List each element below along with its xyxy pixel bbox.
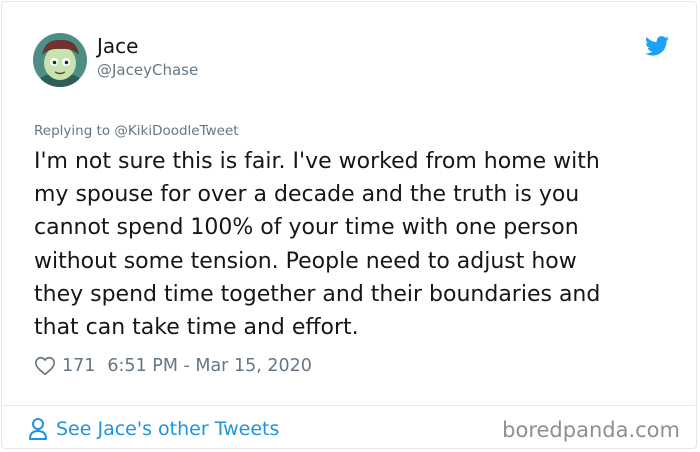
avatar[interactable] bbox=[33, 33, 87, 87]
tweet-card: Jace @JaceyChase Replying to @KikiDoodle… bbox=[1, 1, 697, 449]
tweet-text-line: my spouse for over a decade and the trut… bbox=[34, 182, 580, 208]
see-other-tweets-link[interactable]: See Jace's other Tweets bbox=[28, 415, 279, 443]
like-count[interactable]: 171 bbox=[62, 356, 95, 376]
tweet-text-line: that can take time and effort. bbox=[34, 315, 359, 341]
tweet-text-line: cannot spend 100% of your time with one … bbox=[34, 215, 579, 241]
tweet-timestamp[interactable]: 6:51 PM - Mar 15, 2020 bbox=[107, 356, 311, 376]
tweet-text: I'm not sure this is fair. I've worked f… bbox=[34, 145, 674, 344]
heart-icon[interactable] bbox=[34, 355, 56, 377]
tweet-meta: 171 6:51 PM - Mar 15, 2020 bbox=[34, 353, 312, 379]
replying-to-label[interactable]: Replying to @KikiDoodleTweet bbox=[34, 122, 239, 140]
cartoon-avatar-icon bbox=[33, 33, 87, 87]
tweet-text-line: they spend time together and their bound… bbox=[34, 281, 601, 307]
see-other-tweets-label[interactable]: See Jace's other Tweets bbox=[56, 418, 279, 440]
footer-divider bbox=[3, 405, 695, 406]
person-icon bbox=[29, 418, 47, 440]
author-handle[interactable]: @JaceyChase bbox=[97, 60, 198, 80]
watermark: boredpanda.com bbox=[502, 418, 680, 442]
tweet-text-line: without some tension. People need to adj… bbox=[34, 248, 577, 274]
twitter-bird-icon[interactable] bbox=[645, 36, 669, 56]
author-display-name[interactable]: Jace bbox=[97, 34, 138, 58]
tweet-text-line: I'm not sure this is fair. I've worked f… bbox=[34, 149, 600, 174]
